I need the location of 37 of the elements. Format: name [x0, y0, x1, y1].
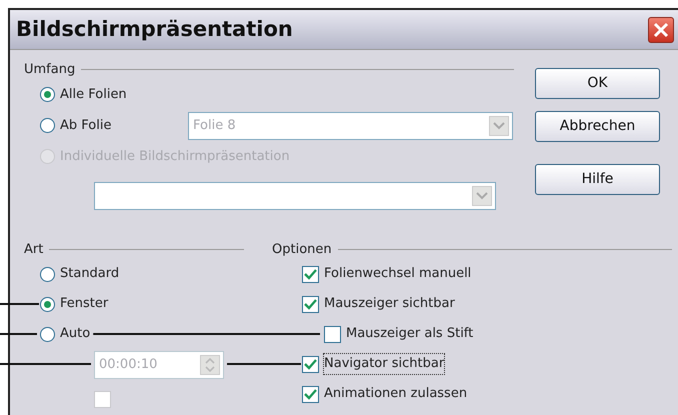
checkmark-icon: [304, 388, 317, 400]
checkbox-label: Mauszeiger sichtbar: [324, 295, 455, 314]
close-icon: [652, 20, 670, 38]
checkbox-label: Folienwechsel manuell: [324, 265, 472, 284]
group-label: Art: [24, 240, 44, 258]
checkbox[interactable]: [324, 326, 341, 342]
radio-button[interactable]: [40, 118, 55, 133]
dialog-button[interactable]: Hilfe: [535, 164, 660, 195]
radio-button[interactable]: [40, 87, 55, 102]
leader-line: [0, 303, 39, 305]
dialog-button[interactable]: OK: [535, 68, 660, 99]
checkbox[interactable]: [302, 296, 319, 312]
window-title: Bildschirmpräsentation: [16, 16, 293, 43]
spinner-arrows-icon: [205, 358, 215, 372]
checkbox[interactable]: [302, 266, 319, 282]
radio-label: Alle Folien: [60, 86, 127, 104]
chevron-down-icon: [476, 192, 488, 200]
chevron-down-icon: [493, 122, 505, 130]
radio-label: Fenster: [60, 295, 108, 314]
checkbox-label: Navigator sichtbar: [324, 354, 444, 374]
checkmark-icon: [304, 358, 317, 370]
radio-label: Standard: [60, 265, 120, 284]
radio-label: Ab Folie: [60, 116, 112, 135]
close-button[interactable]: [648, 16, 674, 42]
checkbox-label: Mauszeiger als Stift: [346, 325, 474, 344]
checkmark-icon: [304, 268, 317, 280]
dialog-button[interactable]: Abbrechen: [535, 111, 660, 142]
radio-button[interactable]: [40, 296, 55, 312]
checkbox-label: Animationen zulassen: [324, 385, 468, 404]
radio-label: Auto: [60, 325, 90, 344]
checkbox[interactable]: [302, 356, 319, 372]
group-label: Umfang: [24, 61, 76, 79]
checkbox[interactable]: [302, 386, 319, 402]
radio-button[interactable]: [40, 266, 55, 282]
checkmark-icon: [304, 298, 317, 310]
radio-button[interactable]: [40, 326, 55, 342]
group-label: Optionen: [272, 240, 332, 258]
